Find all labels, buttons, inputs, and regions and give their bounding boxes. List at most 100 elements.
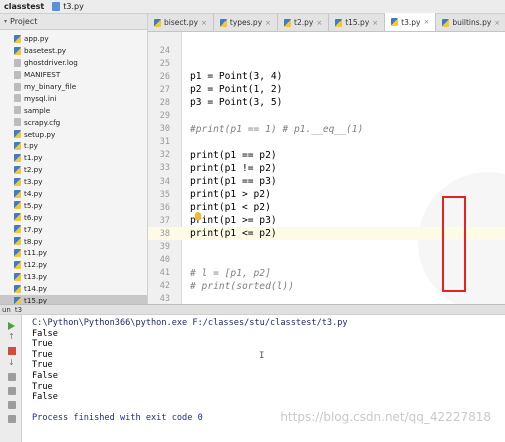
- tree-item[interactable]: t6.py: [0, 211, 147, 223]
- tree-item[interactable]: basetest.py: [0, 45, 147, 57]
- python-file-icon: [154, 18, 161, 27]
- tree-item[interactable]: t3.py: [0, 176, 147, 188]
- line-number: 33: [159, 163, 170, 174]
- code-line: 25: [148, 57, 505, 70]
- close-icon[interactable]: ×: [372, 19, 378, 27]
- lightbulb-icon[interactable]: [195, 212, 201, 220]
- tree-item-label: t14.py: [24, 284, 48, 294]
- stop-icon[interactable]: [8, 347, 16, 355]
- close-icon[interactable]: ×: [201, 19, 207, 27]
- code-editor[interactable]: 24 25 26 p1 = Point(3, 4) 27 p2 = Point(1, 2)…: [148, 32, 505, 304]
- code-text: print(p1 == p3): [190, 176, 277, 187]
- project-panel-header[interactable]: ▾ Project: [0, 14, 147, 30]
- console-line: True: [32, 381, 53, 392]
- tree-item[interactable]: t11.py: [0, 247, 147, 259]
- line-number: 29: [159, 111, 170, 121]
- trash-icon[interactable]: [8, 415, 16, 423]
- python-file-icon: [14, 237, 21, 246]
- tree-item[interactable]: t.py: [0, 140, 147, 152]
- tree-item[interactable]: MANIFEST: [0, 69, 147, 81]
- scroll-up-icon[interactable]: ↑: [8, 333, 15, 341]
- run-console[interactable]: I https://blog.csdn.net/qq_42227818 C:\P…: [22, 315, 505, 442]
- tree-item[interactable]: app.py: [0, 33, 147, 45]
- code-line: 28 p3 = Point(3, 5): [148, 96, 505, 109]
- tree-item[interactable]: setup.py: [0, 128, 147, 140]
- python-file-icon: [14, 201, 21, 210]
- console-line: False: [32, 371, 58, 381]
- tree-item[interactable]: ghostdriver.log: [0, 57, 147, 69]
- tab-label: t3.py: [401, 17, 421, 27]
- tree-item[interactable]: t1.py: [0, 152, 147, 164]
- code-text: print(p1 >= p3): [190, 215, 277, 227]
- console-line: True: [32, 349, 53, 360]
- tree-item[interactable]: t4.py: [0, 188, 147, 200]
- python-file-icon: [219, 18, 227, 27]
- tree-item[interactable]: t12.py: [0, 259, 147, 271]
- python-file-icon: [14, 296, 21, 304]
- tree-item[interactable]: t5.py: [0, 199, 147, 211]
- line-number: 27: [159, 84, 170, 95]
- rerun-icon[interactable]: [8, 322, 15, 330]
- code-line: 32 print(p1 == p2): [148, 149, 505, 162]
- tree-item[interactable]: mysql.ini: [0, 92, 147, 104]
- tree-item-label: t5.py: [24, 200, 43, 210]
- python-file-icon: [14, 272, 21, 281]
- tree-item-label: t12.py: [24, 260, 48, 270]
- breadcrumb-project[interactable]: classtest: [0, 2, 48, 11]
- python-file-icon: [14, 284, 21, 293]
- code-text: p1 = Point(3, 4): [190, 71, 283, 83]
- tree-item[interactable]: t8.py: [0, 235, 147, 247]
- python-file-icon: [14, 189, 21, 198]
- tree-item-label: t11.py: [24, 248, 48, 258]
- console-line: Process finished with exit code 0: [32, 413, 203, 424]
- tree-item-label: ghostdriver.log: [24, 58, 78, 68]
- tree-item-label: my_binary_file: [24, 82, 77, 91]
- tree-item-label: scrapy.cfg: [24, 117, 61, 127]
- print-icon[interactable]: [8, 401, 16, 409]
- close-icon[interactable]: ×: [265, 19, 271, 27]
- close-icon[interactable]: ×: [316, 19, 322, 27]
- tab-t2[interactable]: t2.py ×: [278, 14, 330, 31]
- scroll-down-icon[interactable]: ↓: [8, 359, 15, 367]
- tree-item[interactable]: t14.py: [0, 283, 147, 295]
- console-line: True: [32, 360, 53, 371]
- python-file-icon: [52, 2, 61, 11]
- line-number: 34: [159, 176, 170, 187]
- tab-bisect[interactable]: bisect.py ×: [148, 14, 214, 31]
- tab-label: t15.py: [345, 18, 370, 27]
- text-file-icon: [14, 118, 21, 127]
- tree-item[interactable]: my_binary_file: [0, 81, 147, 93]
- code-text: print(p1 == p2): [190, 149, 277, 161]
- text-file-icon: [14, 106, 21, 115]
- close-icon[interactable]: ×: [494, 19, 500, 27]
- tree-item[interactable]: scrapy.cfg: [0, 116, 147, 128]
- python-file-icon: [14, 248, 21, 257]
- line-number: 35: [159, 189, 170, 200]
- code-line: 29: [148, 110, 505, 123]
- tree-item[interactable]: t7.py: [0, 223, 147, 235]
- close-icon[interactable]: ×: [423, 18, 429, 26]
- code-text: p2 = Point(1, 2): [190, 84, 283, 96]
- tree-item-label: t2.py: [24, 165, 43, 175]
- breadcrumb-file[interactable]: t3.py: [48, 2, 88, 11]
- tab-types[interactable]: types.py ×: [213, 14, 279, 31]
- tab-t3[interactable]: t3.py ×: [385, 13, 437, 31]
- tab-builtins[interactable]: builtins.py ×: [436, 14, 505, 31]
- text-file-icon: [14, 58, 21, 67]
- tab-label: builtins.py: [452, 18, 492, 27]
- line-number: 30: [159, 124, 170, 135]
- line-number: 38: [159, 228, 170, 239]
- run-tab-label[interactable]: un: [2, 306, 11, 314]
- tree-item[interactable]: t15.py: [0, 294, 147, 304]
- tree-item[interactable]: sample: [0, 104, 147, 116]
- line-number: 26: [159, 71, 170, 82]
- tab-t15[interactable]: t15.py ×: [329, 14, 386, 31]
- tree-item[interactable]: t13.py: [0, 271, 147, 283]
- wrap-icon[interactable]: [8, 373, 16, 381]
- line-number: 39: [159, 242, 170, 252]
- tree-item-label: t7.py: [24, 224, 43, 234]
- tree-item[interactable]: t2.py: [0, 164, 147, 176]
- line-number: 24: [159, 45, 170, 56]
- pin-icon[interactable]: [8, 387, 16, 395]
- line-number: 43: [159, 294, 170, 304]
